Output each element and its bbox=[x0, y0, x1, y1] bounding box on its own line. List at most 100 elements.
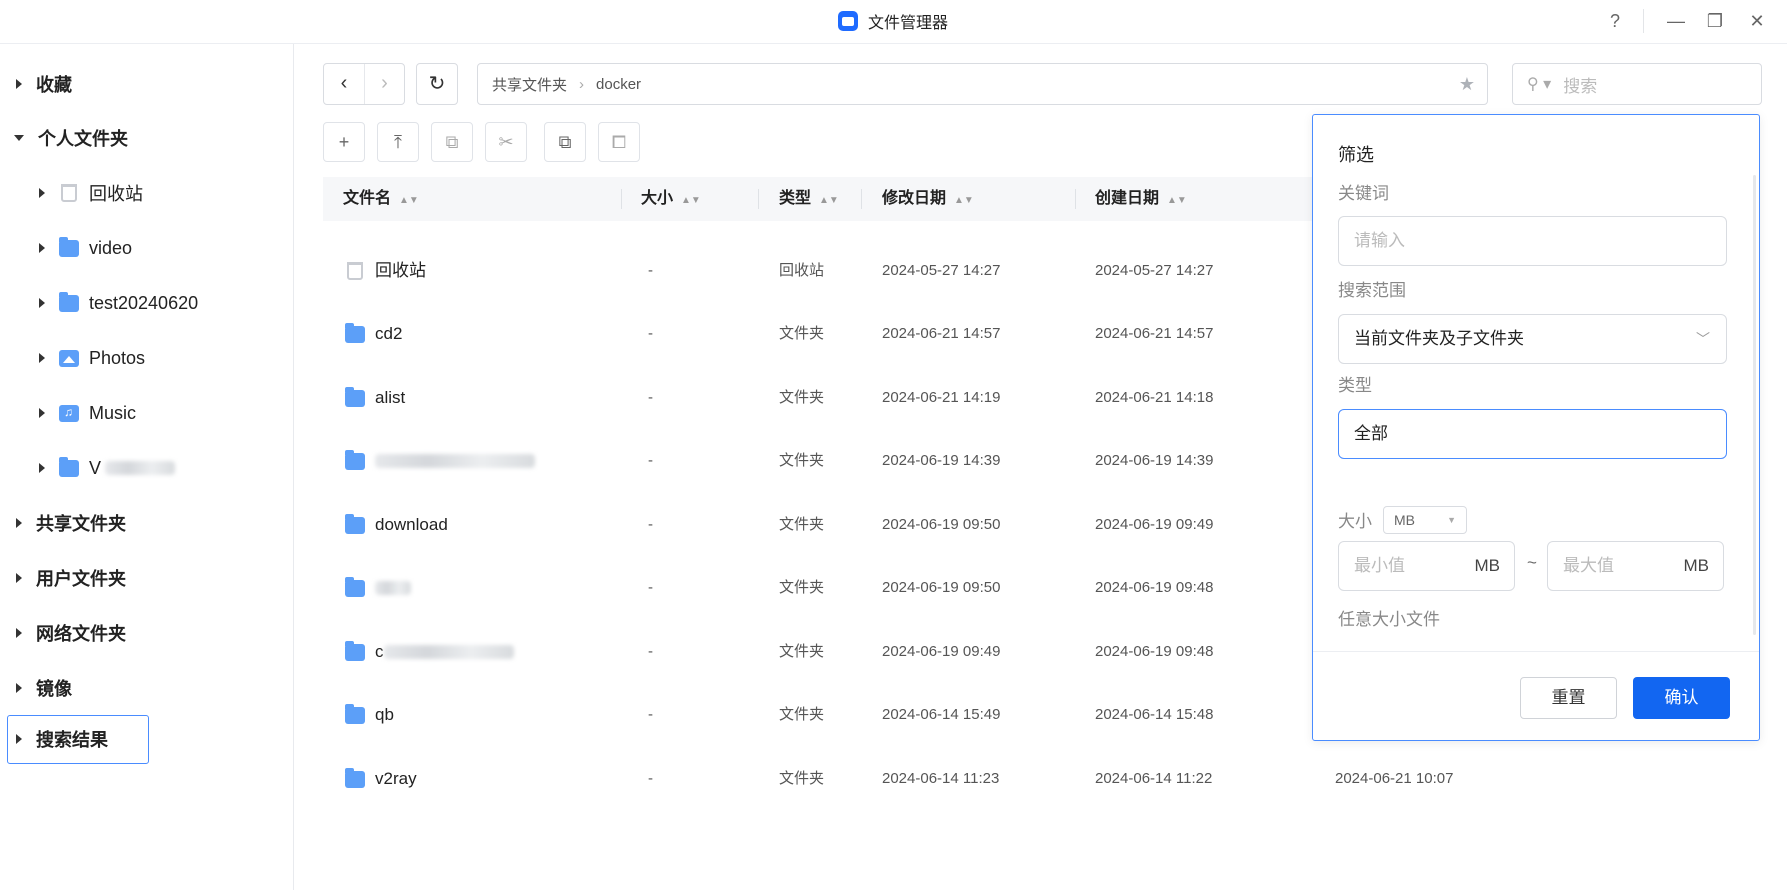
sort-icon[interactable]: ▲▼ bbox=[1167, 195, 1187, 206]
file-name-cell[interactable]: 回收站 bbox=[345, 239, 426, 303]
forward-button[interactable]: › bbox=[363, 64, 404, 104]
copy-button[interactable]: ⧉ bbox=[431, 122, 473, 162]
expand-arrow-icon[interactable] bbox=[16, 628, 22, 638]
redacted-text bbox=[383, 645, 514, 659]
more-button[interactable]: ⧠ bbox=[598, 122, 640, 162]
sidebar-item-network[interactable]: 网络文件夹 bbox=[16, 610, 126, 656]
folder-icon bbox=[345, 640, 365, 661]
help-icon[interactable]: ? bbox=[1602, 8, 1628, 34]
expand-arrow-icon[interactable] bbox=[39, 298, 45, 308]
column-divider[interactable] bbox=[758, 189, 759, 209]
expand-arrow-icon[interactable] bbox=[16, 573, 22, 583]
file-name-cell[interactable]: alist bbox=[345, 366, 405, 430]
scope-value: 当前文件夹及子文件夹 bbox=[1354, 329, 1524, 348]
confirm-button[interactable]: 确认 bbox=[1633, 677, 1730, 719]
column-header-name[interactable]: 文件名 ▲▼ bbox=[343, 177, 419, 221]
size-unit-select[interactable]: MB ▼ bbox=[1383, 506, 1467, 534]
sidebar-item-photos[interactable]: Photos bbox=[39, 335, 145, 381]
file-manager-logo-icon bbox=[838, 11, 858, 31]
new-button[interactable]: + bbox=[323, 122, 365, 162]
file-name-cell[interactable]: cd2 bbox=[345, 302, 402, 366]
file-name-cell[interactable] bbox=[345, 429, 535, 493]
close-icon[interactable]: ✕ bbox=[1744, 8, 1770, 34]
reset-button[interactable]: 重置 bbox=[1520, 677, 1617, 719]
accessed-date: 2024-06-21 10:07 bbox=[1335, 770, 1454, 787]
sidebar-item-v[interactable]: V bbox=[39, 445, 176, 491]
sidebar-item-label: Music bbox=[89, 402, 137, 423]
sidebar-item-recycle[interactable]: 回收站 bbox=[39, 170, 143, 216]
expand-arrow-icon[interactable] bbox=[39, 353, 45, 363]
sort-icon[interactable]: ▲▼ bbox=[819, 195, 839, 206]
refresh-button[interactable]: ↻ bbox=[416, 63, 458, 105]
folder-icon bbox=[59, 456, 79, 477]
file-name-cell[interactable]: download bbox=[345, 493, 448, 557]
created-date: 2024-06-19 09:48 bbox=[1095, 579, 1214, 596]
sidebar-item-mirror[interactable]: 镜像 bbox=[16, 665, 72, 711]
expand-arrow-icon[interactable] bbox=[16, 734, 22, 744]
expand-arrow-icon[interactable] bbox=[16, 79, 22, 89]
filter-scrollbar[interactable] bbox=[1753, 175, 1756, 635]
minimize-icon[interactable]: — bbox=[1663, 8, 1689, 34]
sidebar-item-shared[interactable]: 共享文件夹 bbox=[16, 500, 126, 546]
breadcrumb-item[interactable]: 共享文件夹 bbox=[492, 74, 567, 95]
expand-arrow-icon[interactable] bbox=[16, 683, 22, 693]
created-date: 2024-06-19 14:39 bbox=[1095, 452, 1214, 469]
modified-date: 2024-06-21 14:57 bbox=[882, 325, 1001, 342]
breadcrumb[interactable]: 共享文件夹 › docker ★ bbox=[477, 63, 1488, 105]
type-select[interactable]: 全部 bbox=[1338, 409, 1727, 459]
search-icon[interactable]: ⚲ ▾ bbox=[1527, 74, 1551, 94]
sidebar-item-favorites[interactable]: 收藏 bbox=[16, 61, 72, 107]
folder-icon bbox=[59, 236, 79, 257]
type-value: 全部 bbox=[1354, 424, 1388, 443]
file-name-cell[interactable]: qb bbox=[345, 683, 394, 747]
upload-button[interactable]: ⤒ bbox=[377, 122, 419, 162]
column-header-created[interactable]: 创建日期 ▲▼ bbox=[1095, 177, 1187, 221]
search-input[interactable]: ⚲ ▾ 搜索 bbox=[1512, 63, 1762, 105]
min-size-input[interactable]: 最小值 MB bbox=[1338, 541, 1515, 591]
expand-arrow-icon[interactable] bbox=[39, 188, 45, 198]
keyword-input[interactable]: 请输入 bbox=[1338, 216, 1727, 266]
collapse-arrow-icon[interactable] bbox=[14, 135, 24, 141]
column-header-modified[interactable]: 修改日期 ▲▼ bbox=[882, 177, 974, 221]
folder-icon bbox=[345, 703, 365, 724]
restore-icon[interactable]: ❐ bbox=[1702, 8, 1728, 34]
sidebar-item-personal[interactable]: 个人文件夹 bbox=[14, 115, 128, 161]
file-name-cell[interactable] bbox=[345, 556, 411, 620]
max-size-input[interactable]: 最大值 MB bbox=[1547, 541, 1724, 591]
sidebar-item-video[interactable]: video bbox=[39, 225, 132, 271]
table-row[interactable]: v2ray - 文件夹 2024-06-14 11:23 2024-06-14 11:2… bbox=[323, 747, 1683, 811]
sidebar-item-test[interactable]: test20240620 bbox=[39, 280, 198, 326]
expand-arrow-icon[interactable] bbox=[39, 463, 45, 473]
expand-arrow-icon[interactable] bbox=[39, 243, 45, 253]
file-size: - bbox=[648, 452, 653, 469]
modified-date: 2024-06-19 09:49 bbox=[882, 643, 1001, 660]
modified-date: 2024-06-19 09:50 bbox=[882, 516, 1001, 533]
sidebar-item-user[interactable]: 用户文件夹 bbox=[16, 555, 126, 601]
expand-arrow-icon[interactable] bbox=[39, 408, 45, 418]
file-name-cell[interactable]: v2ray bbox=[345, 747, 417, 811]
column-header-size[interactable]: 大小 ▲▼ bbox=[641, 177, 701, 221]
file-name-cell[interactable]: c bbox=[345, 620, 514, 684]
column-divider[interactable] bbox=[621, 189, 622, 209]
cut-button[interactable]: ✂ bbox=[485, 122, 527, 162]
star-icon[interactable]: ★ bbox=[1459, 74, 1475, 95]
size-label: 大小 bbox=[1338, 512, 1372, 531]
folder-icon bbox=[345, 767, 365, 788]
sort-icon[interactable]: ▲▼ bbox=[681, 195, 701, 206]
sidebar-item-music[interactable]: Music bbox=[39, 390, 136, 436]
column-divider[interactable] bbox=[1075, 189, 1076, 209]
sidebar-item-search-results[interactable]: 搜索结果 bbox=[16, 716, 108, 762]
paste-button[interactable]: ⧉ bbox=[544, 122, 586, 162]
expand-arrow-icon[interactable] bbox=[16, 518, 22, 528]
back-button[interactable]: ‹ bbox=[324, 64, 364, 104]
column-header-type[interactable]: 类型 ▲▼ bbox=[779, 177, 839, 221]
file-type: 文件夹 bbox=[779, 643, 825, 660]
sort-icon[interactable]: ▲▼ bbox=[954, 195, 974, 206]
search-placeholder: 搜索 bbox=[1563, 76, 1598, 96]
title-divider bbox=[1643, 9, 1644, 33]
scope-select[interactable]: 当前文件夹及子文件夹 ﹀ bbox=[1338, 314, 1727, 364]
breadcrumb-item[interactable]: docker bbox=[596, 76, 641, 93]
column-divider[interactable] bbox=[861, 189, 862, 209]
min-placeholder: 最小值 bbox=[1354, 556, 1405, 575]
sort-icon[interactable]: ▲▼ bbox=[399, 195, 419, 206]
